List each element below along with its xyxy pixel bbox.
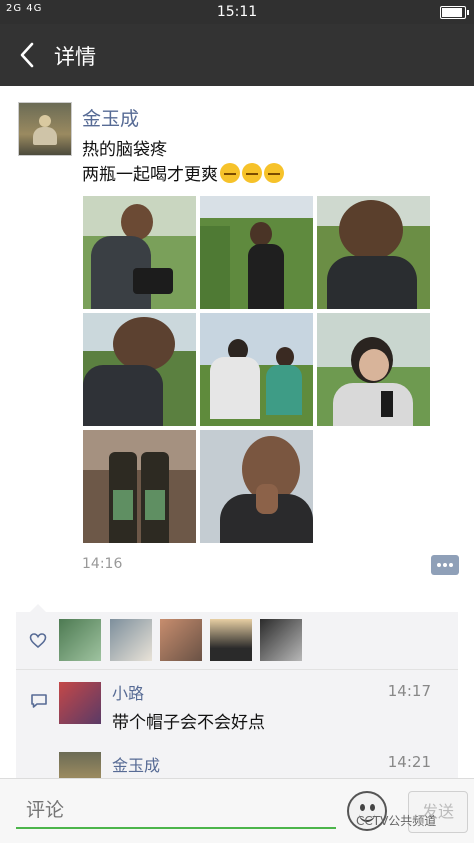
comment-author[interactable]: 金玉成 — [112, 752, 160, 776]
like-avatar-3[interactable] — [160, 619, 202, 661]
like-avatar-4[interactable] — [210, 619, 252, 661]
heart-icon — [29, 633, 47, 649]
photo-two-bottles[interactable] — [83, 430, 196, 543]
photo-man-hand-at-mouth[interactable] — [200, 430, 313, 543]
photo-woman-with-microphone[interactable] — [317, 313, 430, 426]
like-avatar-2[interactable] — [110, 619, 152, 661]
status-bar: 2G 4G 15:11 — [0, 0, 474, 24]
grimace-emoji-icon — [264, 163, 284, 183]
photo-two-women-in-field[interactable] — [200, 313, 313, 426]
divider — [16, 669, 458, 670]
post-text-line-1: 热的脑袋疼 — [82, 140, 167, 160]
photo-man-looking-down[interactable] — [83, 313, 196, 426]
watermark: CCTV公共频道 — [356, 814, 437, 828]
nav-bar: 详情 — [0, 24, 474, 86]
photo-man-with-earphones[interactable] — [317, 196, 430, 309]
like-avatar-1[interactable] — [59, 619, 101, 661]
comment-avatar[interactable] — [59, 682, 101, 724]
author-name[interactable]: 金玉成 — [82, 104, 139, 131]
comment-input-bar: 发送 — [0, 778, 474, 843]
status-time: 15:11 — [216, 4, 258, 20]
photo-cameraman-in-cornfield[interactable] — [200, 196, 313, 309]
likes-comments-panel: 小路 14:17 带个帽子会不会好点 金玉成 14:21 — [16, 604, 458, 794]
comment-time: 14:21 — [387, 753, 431, 771]
post-time: 14:16 — [82, 556, 123, 572]
back-arrow-icon[interactable] — [16, 40, 40, 70]
like-avatar-5[interactable] — [260, 619, 302, 661]
battery-icon — [440, 6, 469, 19]
comment-input[interactable] — [16, 793, 336, 829]
photo-man-with-camera[interactable] — [83, 196, 196, 309]
comment-author[interactable]: 小路 — [112, 680, 144, 704]
more-options-button[interactable] — [431, 555, 459, 575]
post-text-line-2: 两瓶一起喝才更爽 — [82, 160, 284, 185]
grimace-emoji-icon — [220, 163, 240, 183]
author-avatar[interactable] — [18, 102, 72, 156]
grimace-emoji-icon — [242, 163, 262, 183]
comment-time: 14:17 — [387, 682, 431, 700]
comment-icon — [31, 694, 47, 708]
page-title: 详情 — [54, 45, 96, 69]
comment-text: 带个帽子会不会好点 — [112, 713, 265, 733]
